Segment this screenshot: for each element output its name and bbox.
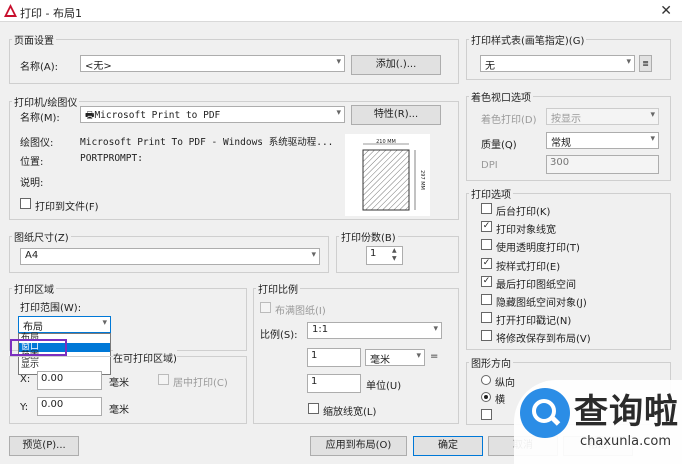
- copies-spinner-icon[interactable]: ▲ ▼: [392, 247, 402, 264]
- plot-option-label: 使用透明度打印(T): [496, 243, 580, 254]
- landscape-radio[interactable]: [481, 392, 491, 402]
- chevron-down-icon: ▾: [336, 108, 341, 118]
- plot-option-checkbox[interactable]: [481, 239, 492, 250]
- printer-name-label: 名称(M):: [20, 113, 60, 124]
- scale-lineweights-label: 缩放线宽(L): [323, 407, 377, 418]
- portrait-radio[interactable]: [481, 375, 491, 385]
- chevron-down-icon: ▾: [102, 318, 107, 328]
- preview-width-label: 210 MM: [376, 139, 396, 145]
- plot-option-checkbox[interactable]: [481, 312, 492, 323]
- scale-select[interactable]: 1:1 ▾: [307, 322, 442, 339]
- center-plot-label: 居中打印(C): [173, 378, 228, 389]
- plotter-label: 绘图仪:: [20, 138, 54, 149]
- upside-down-checkbox[interactable]: [481, 409, 492, 420]
- fit-to-paper-label: 布满图纸(I): [275, 306, 326, 317]
- preview-button[interactable]: 预览(P)...: [9, 436, 79, 456]
- y-offset-label: Y:: [20, 402, 29, 413]
- chevron-down-icon: ▾: [650, 110, 655, 120]
- plot-scale-legend: 打印比例: [258, 285, 298, 296]
- shaded-viewport-legend: 着色视口选项: [471, 93, 531, 104]
- edit-style-table-icon[interactable]: ≣: [639, 55, 652, 72]
- style-table-legend: 打印样式表(画笔指定)(G): [471, 36, 585, 47]
- plot-option-checkbox[interactable]: ✓: [481, 276, 492, 287]
- watermark-logo-icon: [520, 388, 570, 438]
- landscape-label: 横: [495, 395, 505, 406]
- window-title: 打印 - 布局1: [20, 7, 82, 20]
- x-offset-label: X:: [20, 374, 31, 385]
- x-offset-input[interactable]: 0.00: [37, 371, 102, 390]
- paper-preview: 210 MM 297 MM: [345, 134, 430, 216]
- plot-option-label: 将修改保存到布局(V): [496, 334, 591, 345]
- ok-button[interactable]: 确定: [413, 436, 483, 456]
- title-bar: 打印 - 布局1 ✕: [0, 0, 682, 22]
- plot-range-label: 打印范围(W):: [20, 303, 82, 314]
- y-offset-input[interactable]: 0.00: [37, 397, 102, 416]
- autocad-app-icon: [4, 4, 17, 17]
- plotter-value: Microsoft Print To PDF - Windows 系统驱动程..…: [80, 137, 334, 148]
- shade-plot-label: 着色打印(D): [481, 115, 537, 126]
- scale-unit-select[interactable]: 毫米 ▾: [365, 349, 425, 366]
- plot-option-checkbox[interactable]: [481, 294, 492, 305]
- scale-label: 比例(S):: [260, 330, 298, 341]
- watermark: 查询啦 chaxunla.com: [512, 378, 682, 464]
- plot-option-label: 打开打印戳记(N): [496, 316, 572, 327]
- chevron-down-icon: ▾: [311, 250, 316, 260]
- units-label: 单位(U): [366, 381, 402, 392]
- paper-size-legend: 图纸尺寸(Z): [14, 233, 69, 244]
- fit-to-paper-checkbox[interactable]: [260, 302, 271, 313]
- equals-sign: =: [430, 351, 439, 362]
- style-table-select[interactable]: 无 ▾: [480, 55, 635, 72]
- dpi-label: DPI: [481, 160, 498, 171]
- plot-option-label: 隐藏图纸空间对象(J): [496, 298, 587, 309]
- shade-plot-select[interactable]: 按显示 ▾: [546, 108, 659, 125]
- location-value: PORTPROMPT:: [80, 153, 143, 164]
- x-offset-unit: 毫米: [109, 378, 129, 389]
- orientation-legend: 图形方向: [471, 359, 511, 370]
- plot-option-label: 按样式打印(E): [496, 262, 561, 273]
- plot-offset-legend: 在可打印区域): [113, 350, 177, 365]
- scale-lineweights-checkbox[interactable]: [308, 403, 319, 414]
- dpi-input[interactable]: 300: [546, 155, 659, 174]
- printer-legend: 打印机/绘图仪: [14, 98, 78, 109]
- chevron-down-icon: ▾: [336, 57, 341, 67]
- center-plot-checkbox[interactable]: [158, 374, 169, 385]
- watermark-url: chaxunla.com: [580, 434, 671, 449]
- highlight-box: [10, 339, 67, 356]
- page-setup-name-label: 名称(A):: [20, 62, 59, 73]
- print-to-file-checkbox[interactable]: [20, 198, 31, 209]
- plot-option-label: 打印对象线宽: [496, 225, 556, 236]
- quality-label: 质量(Q): [481, 140, 517, 151]
- scale-value2-input[interactable]: 1: [307, 374, 361, 393]
- printer-properties-button[interactable]: 特性(R)...: [351, 105, 441, 125]
- print-to-file-label: 打印到文件(F): [35, 202, 99, 213]
- chevron-down-icon: ▾: [650, 134, 655, 144]
- plot-option-checkbox[interactable]: [481, 203, 492, 214]
- preview-height-label: 297 MM: [419, 170, 425, 190]
- location-label: 位置:: [20, 157, 44, 168]
- plot-option-label: 最后打印图纸空间: [496, 280, 576, 291]
- plot-area-legend: 打印区域: [14, 285, 54, 296]
- printer-name-select[interactable]: 🖶Microsoft Print to PDF ▾: [80, 106, 345, 123]
- close-icon[interactable]: ✕: [660, 3, 672, 19]
- apply-to-layout-button[interactable]: 应用到布局(O): [310, 436, 407, 456]
- add-page-setup-button[interactable]: 添加(.)...: [351, 55, 441, 75]
- plot-option-checkbox[interactable]: ✓: [481, 221, 492, 232]
- page-setup-legend: 页面设置: [14, 36, 54, 47]
- chevron-down-icon: ▾: [433, 324, 438, 334]
- quality-select[interactable]: 常规 ▾: [546, 132, 659, 149]
- plot-range-select[interactable]: 布局 ▾: [18, 316, 111, 333]
- page-setup-name-select[interactable]: <无> ▾: [80, 55, 345, 72]
- plot-options-legend: 打印选项: [471, 190, 511, 201]
- watermark-brand: 查询啦: [574, 392, 679, 432]
- copies-legend: 打印份数(B): [341, 233, 396, 244]
- chevron-down-icon: ▾: [416, 351, 421, 361]
- scale-value1-input[interactable]: 1: [307, 348, 361, 367]
- chevron-down-icon: ▾: [626, 57, 631, 67]
- y-offset-unit: 毫米: [109, 405, 129, 416]
- paper-size-select[interactable]: A4 ▾: [20, 248, 320, 265]
- plot-option-checkbox[interactable]: [481, 330, 492, 341]
- description-label: 说明:: [20, 178, 44, 189]
- plot-option-checkbox[interactable]: ✓: [481, 258, 492, 269]
- plot-option-label: 后台打印(K): [496, 207, 551, 218]
